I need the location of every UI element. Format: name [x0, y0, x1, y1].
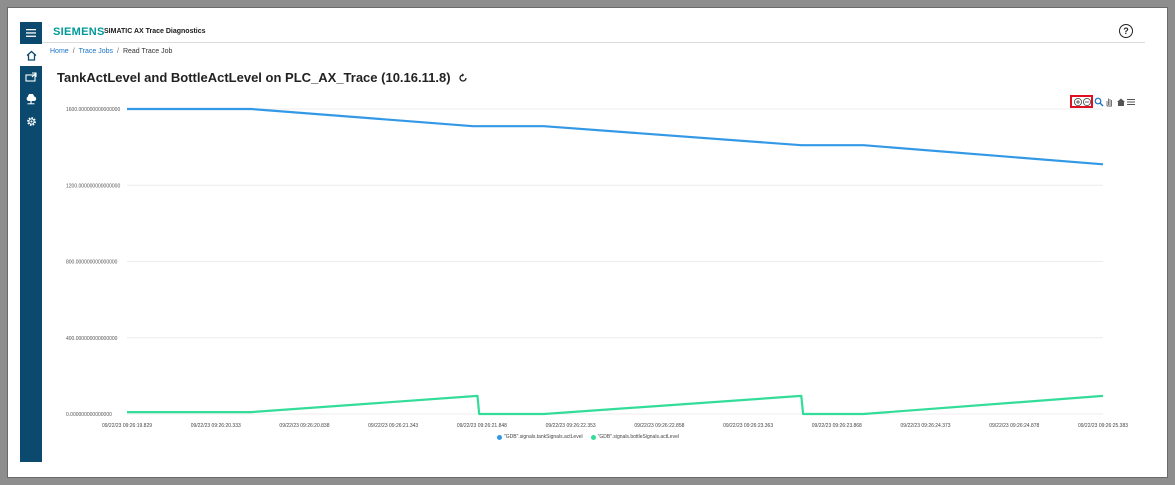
x-tick-label: 09/22/23 09:26:23.868 — [812, 423, 862, 429]
y-axis-ticks: 1600.000000000000000 1200.000000000000000… — [66, 107, 120, 418]
legend-item-tank[interactable]: "GDB".signals.tankSignals.actLevel — [497, 434, 583, 440]
legend-marker-tank — [497, 434, 502, 440]
y-tick-label: 1200.000000000000000 — [66, 183, 120, 189]
x-tick-label: 09/22/23 09:26:21.848 — [457, 423, 507, 429]
series-line-bottle-act-level[interactable] — [127, 394, 1104, 416]
y-tick-label: 0.000000000000000 — [66, 412, 112, 418]
x-tick-label: 09/22/23 09:26:22.858 — [634, 423, 684, 429]
legend-label-bottle: "GDB".signals.bottleSignals.actLevel — [597, 434, 679, 440]
y-tick-label: 1600.000000000000000 — [66, 107, 120, 113]
legend-item-bottle[interactable]: "GDB".signals.bottleSignals.actLevel — [590, 434, 679, 440]
x-tick-label: 09/22/23 09:26:20.838 — [279, 423, 329, 429]
x-tick-label: 09/22/23 09:26:24.373 — [901, 423, 951, 429]
x-tick-label: 09/22/23 09:26:19.829 — [102, 423, 152, 429]
x-tick-label: 09/22/23 09:26:25.383 — [1078, 423, 1128, 429]
x-tick-label: 09/22/23 09:26:20.333 — [191, 423, 241, 429]
x-axis-ticks: 09/22/23 09:26:19.829 09/22/23 09:26:20.3… — [102, 423, 1128, 429]
x-tick-label: 09/22/23 09:26:23.363 — [723, 423, 773, 429]
legend-label-tank: "GDB".signals.tankSignals.actLevel — [504, 434, 583, 440]
x-tick-label: 09/22/23 09:26:24.878 — [989, 423, 1039, 429]
y-tick-label: 400.000000000000000 — [66, 336, 118, 342]
legend-marker-bottle — [590, 434, 596, 440]
x-tick-label: 09/22/23 09:26:22.353 — [546, 423, 596, 429]
chart-legend: "GDB".signals.tankSignals.actLevel "GDB"… — [497, 434, 679, 440]
trace-line-chart[interactable]: 1600.000000000000000 1200.000000000000000… — [0, 0, 1175, 485]
chart-grid — [127, 108, 1103, 415]
series-line-tank-act-level[interactable] — [127, 107, 1104, 166]
x-tick-label: 09/22/23 09:26:21.343 — [368, 423, 418, 429]
y-tick-label: 800.000000000000000 — [66, 260, 118, 266]
